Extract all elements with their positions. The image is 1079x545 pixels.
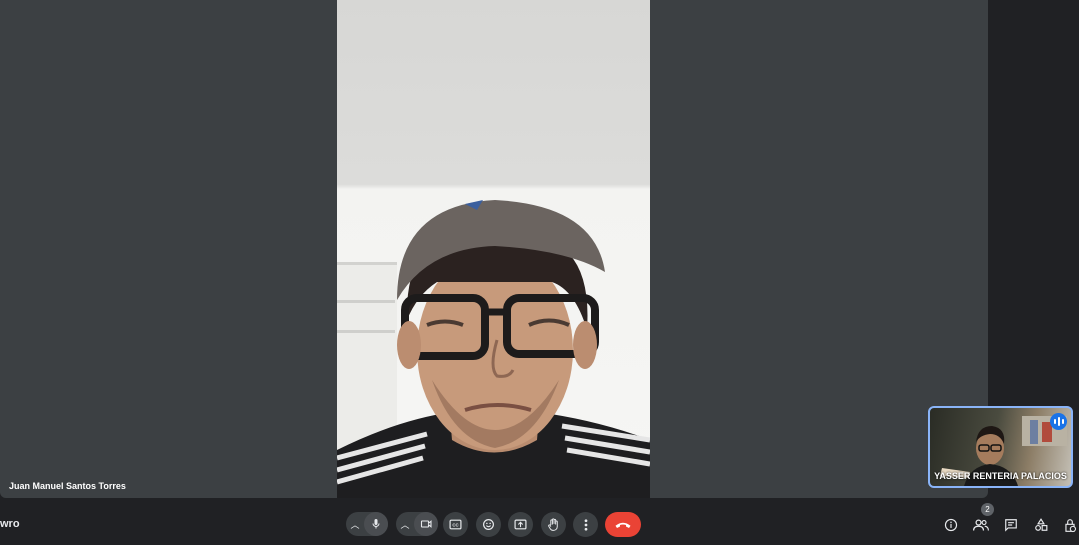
host-controls-button[interactable] — [1059, 514, 1079, 536]
camera-button[interactable] — [414, 512, 438, 536]
self-view-name-label: YASSER RENTERIA PALACIOS — [934, 471, 1067, 481]
present-screen-button[interactable] — [508, 512, 533, 537]
activities-icon — [1035, 518, 1048, 531]
captions-button[interactable]: CC — [443, 512, 468, 537]
participant-name-label: Juan Manuel Santos Torres — [9, 481, 126, 491]
people-icon — [973, 519, 989, 531]
camera-icon — [420, 520, 432, 528]
camera-options-chevron-icon[interactable]: ︿ — [396, 518, 414, 531]
activities-button[interactable] — [1030, 514, 1052, 536]
call-controls-bar — [0, 498, 1079, 545]
more-options-icon — [584, 518, 587, 531]
end-call-button[interactable] — [605, 512, 641, 537]
present-screen-icon — [514, 519, 527, 529]
meeting-details-button[interactable] — [940, 514, 962, 536]
info-icon — [944, 518, 958, 532]
svg-text:CC: CC — [452, 523, 458, 528]
emoji-icon — [483, 519, 494, 530]
raise-hand-icon — [548, 517, 558, 531]
participants-count-badge: 2 — [981, 503, 994, 516]
chat-icon — [1005, 519, 1017, 532]
participant-video-main — [337, 0, 650, 498]
reactions-button[interactable] — [476, 512, 501, 537]
camera-control-group: ︿ — [396, 512, 438, 536]
closed-captions-icon: CC — [449, 519, 462, 530]
microphone-icon — [372, 519, 380, 529]
microphone-button[interactable] — [364, 512, 388, 536]
people-button[interactable] — [970, 514, 992, 536]
end-call-icon — [615, 522, 631, 528]
self-view-tile[interactable]: YASSER RENTERIA PALACIOS — [928, 406, 1073, 488]
raise-hand-button[interactable] — [541, 512, 566, 537]
microphone-control-group: ︿ — [346, 512, 388, 536]
mic-options-chevron-icon[interactable]: ︿ — [346, 518, 364, 531]
more-options-button[interactable] — [573, 512, 598, 537]
chat-button[interactable] — [1000, 514, 1022, 536]
host-controls-icon — [1065, 518, 1076, 532]
video-stage: Juan Manuel Santos Torres — [0, 0, 988, 498]
participant-figure — [337, 200, 650, 498]
meeting-code: wro — [0, 518, 20, 530]
speaking-indicator-icon — [1050, 413, 1067, 430]
